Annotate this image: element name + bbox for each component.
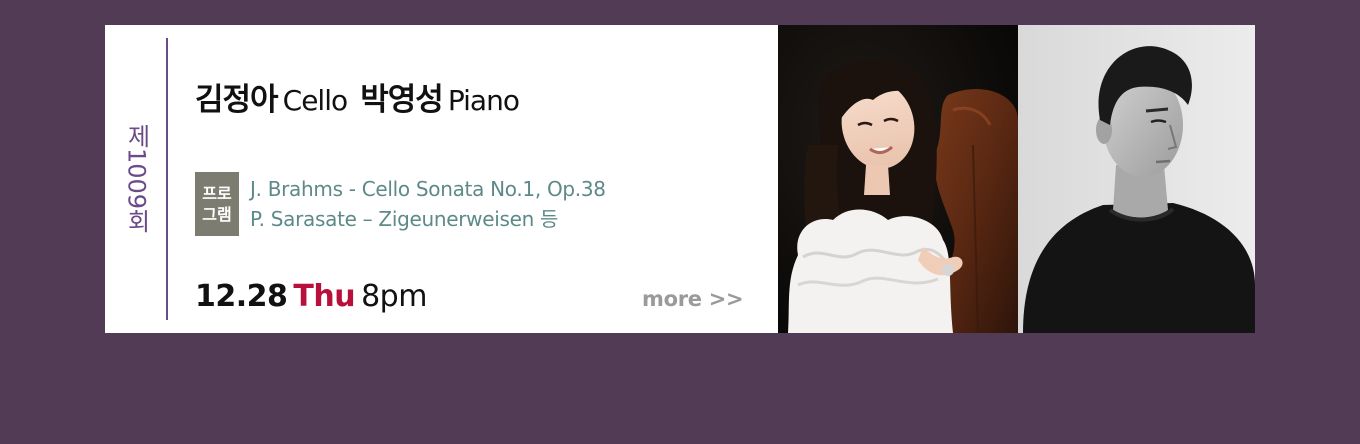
program-section: 프로 그램 J. Brahms - Cello Sonata No.1, Op.… — [195, 172, 606, 236]
divider-line — [166, 38, 168, 320]
concert-date: 12.28 — [195, 279, 288, 314]
concert-time: 8pm — [361, 279, 427, 314]
photo-cellist — [778, 25, 1018, 333]
edition-label-text: 제1009회 — [122, 124, 151, 234]
photo-pianist — [1018, 25, 1255, 333]
program-badge: 프로 그램 — [195, 172, 239, 236]
performer-2-instrument: Piano — [447, 84, 520, 117]
cellist-illustration — [778, 25, 1018, 333]
concert-banner[interactable]: 제1009회 김정아 Cello 박영성 Piano 프로 그램 J. Brah… — [105, 25, 1255, 333]
program-item: P. Sarasate – Zigeunerweisen 등 — [250, 207, 559, 231]
performers-line: 김정아 Cello 박영성 Piano — [195, 80, 527, 125]
more-link[interactable]: more >> — [642, 287, 744, 311]
performer-1-instrument: Cello — [282, 84, 348, 117]
performer-1-name: 김정아 — [195, 82, 279, 118]
concert-day: Thu — [293, 279, 356, 314]
program-list: J. Brahms - Cello Sonata No.1, Op.38 P. … — [250, 174, 606, 234]
date-line: 12.28 Thu 8pm — [195, 277, 427, 317]
program-item: J. Brahms - Cello Sonata No.1, Op.38 — [250, 177, 606, 201]
pianist-illustration — [1018, 25, 1255, 333]
edition-label: 제1009회 — [113, 25, 161, 333]
performer-2-name: 박영성 — [360, 82, 444, 118]
